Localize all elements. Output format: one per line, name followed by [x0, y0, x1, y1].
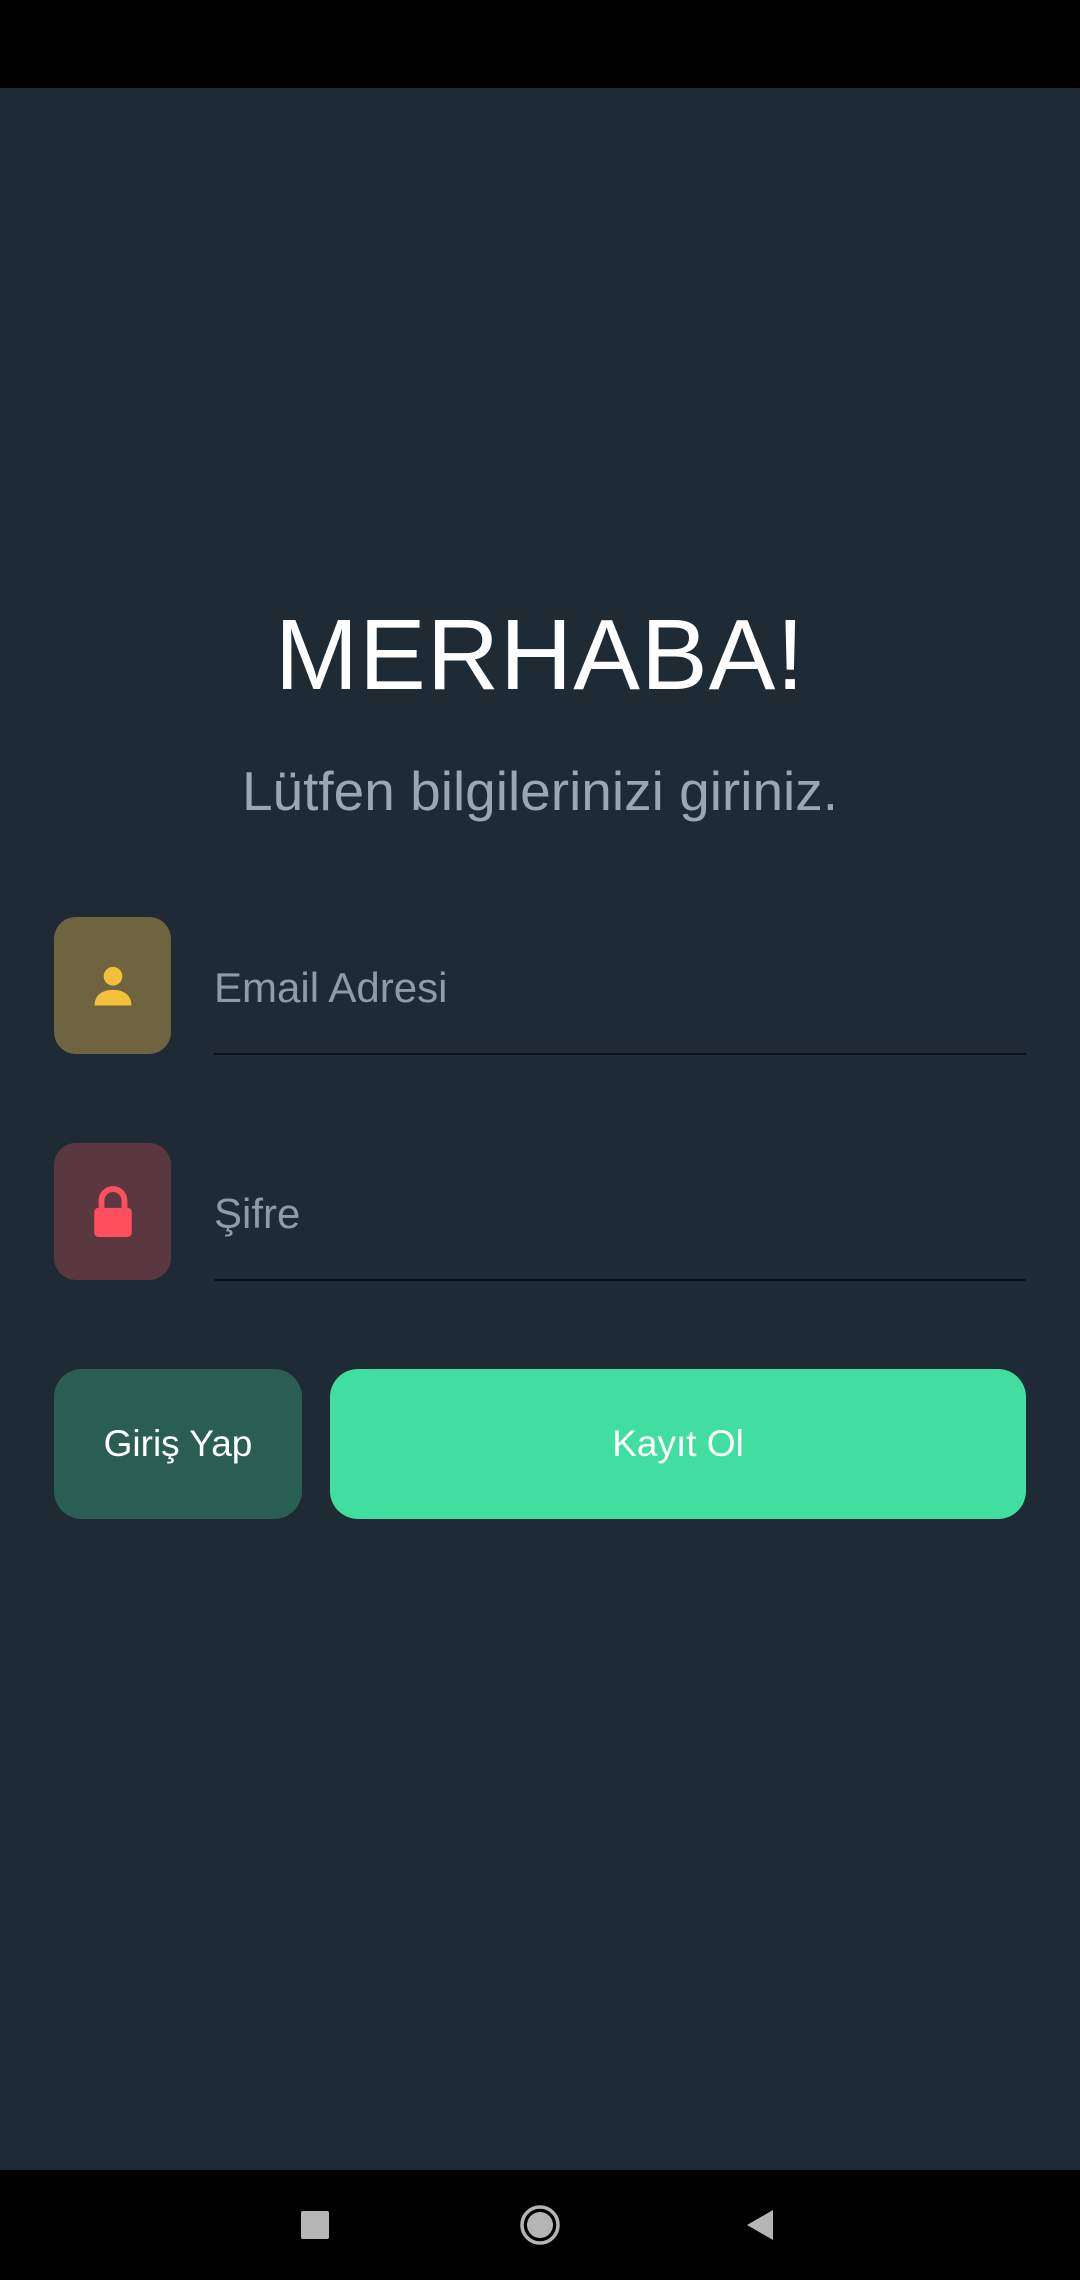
- home-icon: [520, 2205, 560, 2245]
- password-placeholder: Şifre: [214, 1190, 301, 1237]
- back-button[interactable]: [700, 2170, 820, 2280]
- login-button[interactable]: Giriş Yap: [54, 1369, 302, 1519]
- lock-icon: [93, 1185, 132, 1237]
- user-icon: [94, 966, 131, 1005]
- back-icon: [747, 2210, 773, 2240]
- password-underline: [214, 1279, 1026, 1281]
- register-button-label: Kayıt Ol: [612, 1423, 744, 1464]
- password-icon-box: [54, 1143, 171, 1280]
- status-bar: [0, 0, 1080, 88]
- email-icon-box: [54, 917, 171, 1054]
- page-title: MERHABA!: [274, 599, 806, 711]
- login-screen: [0, 88, 1080, 2170]
- email-field[interactable]: Email Adresi: [214, 915, 1026, 1055]
- password-field[interactable]: Şifre: [214, 1141, 1026, 1281]
- navigation-bar: [0, 2170, 1080, 2280]
- page-subtitle: Lütfen bilgilerinizi giriniz.: [241, 760, 839, 822]
- recents-icon: [301, 2211, 329, 2239]
- email-underline: [214, 1053, 1026, 1055]
- login-button-label: Giriş Yap: [103, 1423, 253, 1464]
- register-button[interactable]: Kayıt Ol: [330, 1369, 1026, 1519]
- email-placeholder: Email Adresi: [214, 964, 448, 1011]
- recents-button[interactable]: [255, 2170, 375, 2280]
- home-button[interactable]: [480, 2170, 600, 2280]
